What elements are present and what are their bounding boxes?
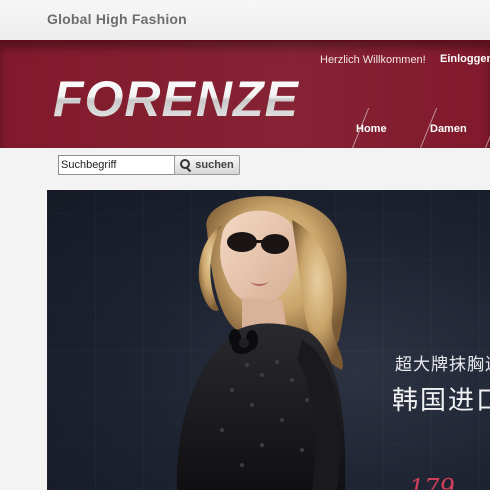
search-input[interactable] [58, 155, 177, 175]
search-button-label: suchen [195, 159, 234, 171]
hero-banner[interactable]: 超大牌抹胸连 韩国进口 179 [47, 190, 490, 490]
nav-item-home[interactable]: Home [356, 123, 387, 135]
login-link[interactable]: Einloggen [440, 53, 490, 65]
site-header: Herzlich Willkommen! Einloggen FORENZE H… [0, 40, 490, 148]
promo-subheadline: 韩国进口 [392, 386, 490, 416]
promo-headline: 超大牌抹胸连 [395, 355, 490, 375]
model-photo [176, 196, 347, 490]
top-bar: Global High Fashion [0, 0, 490, 40]
site-tagline: Global High Fashion [47, 11, 187, 27]
search-button[interactable]: suchen [174, 155, 240, 175]
welcome-text: Herzlich Willkommen! [320, 54, 426, 66]
search-icon [180, 159, 192, 173]
page: Global High Fashion Herzlich Willkommen!… [0, 0, 490, 490]
promo-price: 179 [409, 474, 455, 490]
site-logo[interactable]: FORENZE [53, 74, 299, 124]
nav-item-damen[interactable]: Damen [430, 123, 467, 135]
nav-divider [485, 108, 490, 148]
